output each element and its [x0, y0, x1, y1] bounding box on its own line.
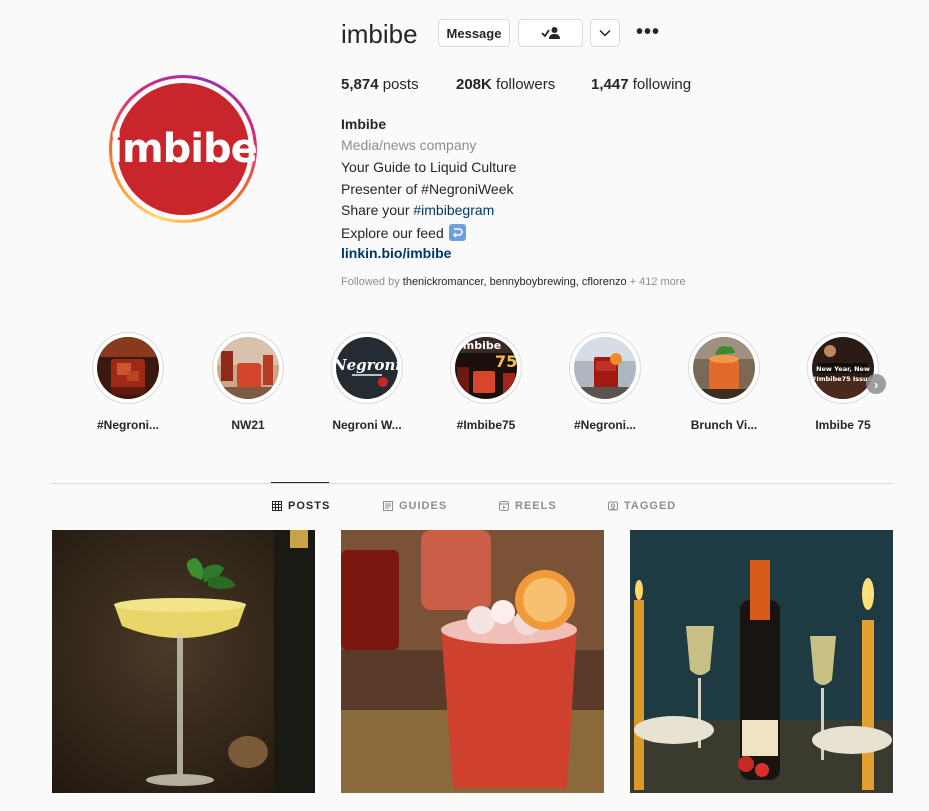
tab-reels[interactable]: REELS [499, 500, 557, 512]
post-thumbnail[interactable] [630, 530, 893, 793]
highlight-label: Imbibe 75 [815, 418, 871, 432]
tabs-divider [52, 483, 893, 484]
highlight-cover-image [574, 337, 636, 399]
highlight-label: Brunch Vi... [690, 418, 758, 432]
followed-by-more: + 412 more [626, 276, 686, 288]
active-tab-indicator [271, 482, 329, 483]
imbibe-75-text: 75 [495, 352, 517, 371]
highlight-cover-image: imbibe 75 [455, 337, 517, 399]
highlight-cover-image [217, 337, 279, 399]
story-highlight[interactable]: NW21 [188, 332, 308, 432]
following-button[interactable] [518, 19, 583, 47]
tab-guides-label: GUIDES [399, 500, 448, 512]
highlight-label: #Negroni... [573, 418, 636, 432]
suggested-accounts-dropdown[interactable] [590, 19, 620, 47]
bio-category: Media/news company [341, 137, 477, 153]
following-user-check-icon [540, 27, 560, 39]
following-count-label: following [628, 76, 692, 93]
post-image [630, 530, 893, 793]
post-image [52, 530, 315, 793]
followers-link[interactable]: 208K followers [456, 76, 555, 93]
imbibe-mag-text: imbibe [459, 339, 501, 352]
bio-external-link[interactable]: linkin.bio/imbibe [341, 245, 451, 261]
new-year-text: New Year, New [816, 365, 870, 373]
tagged-icon [608, 501, 618, 511]
highlight-cover-image: New Year, New #Imbibe75 Issue! [812, 337, 874, 399]
story-highlight[interactable]: Brunch Vi... [664, 332, 784, 432]
message-button[interactable]: Message [438, 19, 510, 47]
bio-line-2: Presenter of #NegroniWeek [341, 181, 514, 197]
issue-text: #Imbibe75 Issue! [812, 375, 874, 383]
story-highlight[interactable]: #Negroni... [68, 332, 188, 432]
bio-line-1: Your Guide to Liquid Culture [341, 159, 517, 175]
highlight-label: NW21 [231, 418, 265, 432]
highlights-next-arrow-icon[interactable]: › [866, 374, 886, 394]
followed-by-text[interactable]: Followed by thenickromancer, bennyboybre… [341, 276, 686, 288]
post-thumbnail[interactable] [341, 530, 604, 793]
profile-avatar[interactable]: imbibe [109, 75, 258, 223]
negroni-logo-text: Negroni [336, 356, 398, 374]
followers-count-label: followers [491, 76, 556, 93]
post-image [341, 530, 604, 793]
followed-by-prefix: Followed by [341, 276, 403, 288]
reels-icon [499, 501, 509, 511]
avatar-logo-text: imbibe [109, 126, 257, 172]
profile-username: imbibe [341, 19, 418, 49]
story-highlight[interactable]: Negroni Negroni W... [307, 332, 427, 432]
highlight-cover-image [97, 337, 159, 399]
guides-icon [383, 501, 393, 511]
tab-tagged-label: TAGGED [624, 500, 677, 512]
followed-by-names: thenickromancer, bennyboybrewing, cflore… [402, 276, 627, 288]
return-arrow-emoji-icon [448, 224, 466, 241]
highlight-label: Negroni W... [332, 418, 402, 432]
following-count-value: 1,447 [591, 76, 629, 93]
story-highlight[interactable]: #Negroni... [545, 332, 665, 432]
bio-line-3: Share your #imbibegram [341, 202, 494, 218]
story-highlight[interactable]: imbibe 75 #Imbibe75 [426, 332, 546, 432]
chevron-down-icon [599, 29, 611, 37]
followers-count-value: 208K [456, 76, 492, 93]
tab-guides[interactable]: GUIDES [383, 500, 447, 512]
posts-count: 5,874 posts [341, 76, 419, 93]
highlight-label: #Negroni... [96, 418, 159, 432]
bio-line-4-text: Explore our feed [341, 224, 444, 241]
posts-count-label: posts [378, 76, 419, 93]
tab-posts[interactable]: POSTS [272, 500, 330, 512]
bio-full-name: Imbibe [341, 116, 387, 132]
tab-posts-label: POSTS [288, 500, 331, 512]
following-link[interactable]: 1,447 following [591, 76, 691, 93]
highlight-label: #Imbibe75 [456, 418, 516, 432]
tab-tagged[interactable]: TAGGED [608, 500, 676, 512]
highlight-cover-image: Negroni [336, 337, 398, 399]
posts-count-value: 5,874 [341, 76, 379, 93]
highlight-cover-image [693, 337, 755, 399]
post-thumbnail[interactable] [52, 530, 315, 793]
tab-reels-label: REELS [515, 500, 557, 512]
bio-line-3-text: Share your [341, 202, 414, 218]
grid-icon [272, 501, 282, 511]
bio-line-4: Explore our feed [341, 224, 466, 241]
more-options-icon[interactable]: ••• [636, 21, 660, 44]
bio-hashtag-link[interactable]: #imbibegram [413, 202, 494, 218]
